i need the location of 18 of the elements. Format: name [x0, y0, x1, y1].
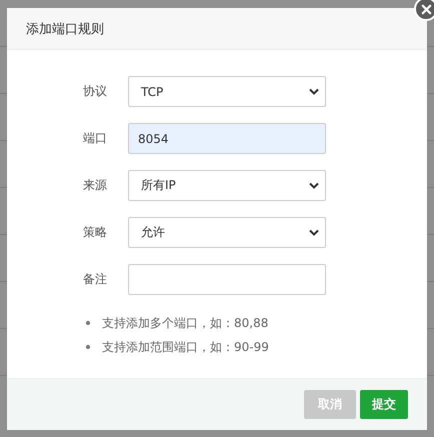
field-label: 端口: [82, 130, 108, 147]
field-label: 协议: [82, 83, 108, 100]
select-field[interactable]: TCP: [128, 76, 326, 107]
input-field[interactable]: [128, 264, 326, 295]
select-field[interactable]: 允许: [128, 217, 326, 248]
chevron-down-icon: [309, 88, 319, 95]
field-label: 来源: [82, 177, 108, 194]
chevron-down-icon: [309, 229, 319, 236]
close-icon: [420, 4, 432, 14]
field-label: 备注: [82, 271, 108, 288]
tip-text: 支持添加多个端口，如：80,88: [102, 314, 268, 332]
chevron-down-icon: [309, 182, 319, 189]
field-label: 策略: [82, 224, 108, 241]
tip-text: 支持添加范围端口，如：90-99: [102, 338, 269, 356]
close-button[interactable]: [414, 0, 434, 21]
select-field[interactable]: 所有IP: [128, 170, 326, 201]
input-field[interactable]: 8054: [128, 123, 326, 154]
dialog-title: 添加端口规则: [26, 20, 104, 38]
